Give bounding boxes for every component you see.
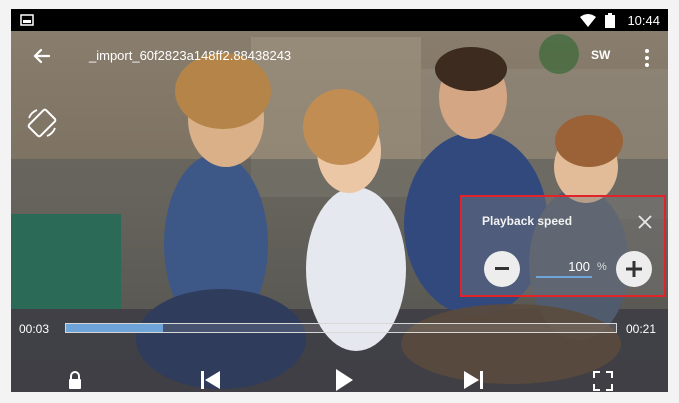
skip-previous-icon[interactable] [201,371,221,389]
close-icon[interactable] [638,215,652,229]
sw-decoder-button[interactable]: SW [591,48,610,62]
battery-icon [605,13,615,28]
increase-speed-button[interactable] [616,251,652,287]
video-title: _import_60f2823a148ff2.88438243 [89,48,292,63]
decrease-speed-button[interactable] [484,251,520,287]
seek-progress [66,324,163,332]
wifi-icon [580,14,596,27]
lock-icon[interactable] [68,371,82,389]
percent-unit-label: % [597,261,607,273]
status-time: 10:44 [627,13,660,28]
plus-icon [626,261,642,277]
more-vert-icon[interactable] [644,48,650,68]
fullscreen-icon[interactable] [593,371,613,391]
playback-speed-title: Playback speed [482,214,573,228]
video-player-screen: 10:44 _import_60f2823a148ff2.88438243 SW… [11,9,668,392]
back-arrow-icon[interactable] [32,48,50,64]
image-icon [20,14,34,26]
play-icon[interactable] [334,369,354,391]
seek-bar[interactable] [65,323,617,333]
playback-speed-panel: Playback speed % [460,195,666,297]
speed-percent-input[interactable] [536,256,592,278]
total-time-label: 00:21 [626,322,657,336]
app-bar: _import_60f2823a148ff2.88438243 SW [11,31,668,83]
skip-next-icon[interactable] [463,371,483,389]
minus-icon [495,267,509,270]
screen-rotation-icon[interactable] [25,106,59,140]
current-time-label: 00:03 [19,322,50,336]
status-bar: 10:44 [11,9,668,31]
